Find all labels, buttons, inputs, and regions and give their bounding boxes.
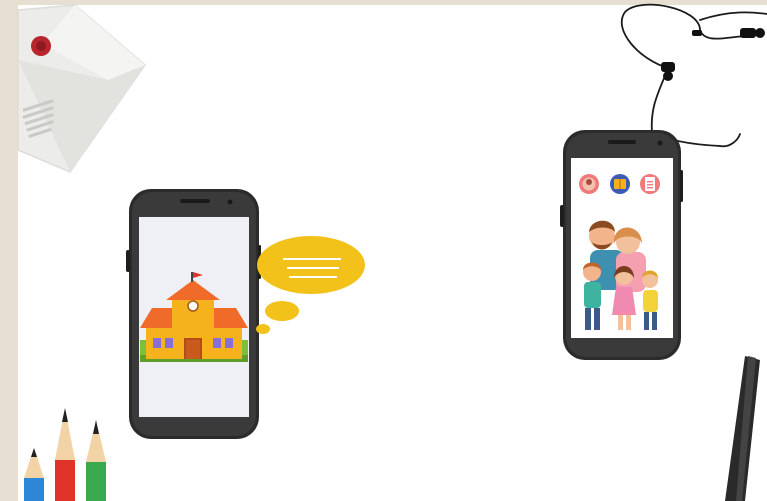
book-app-icon (610, 174, 630, 194)
profile-app-icon (579, 174, 599, 194)
right-phone-speaker (608, 140, 636, 144)
left-phone-speaker (180, 199, 210, 203)
scene (0, 0, 767, 501)
document-app-icon (640, 174, 660, 194)
